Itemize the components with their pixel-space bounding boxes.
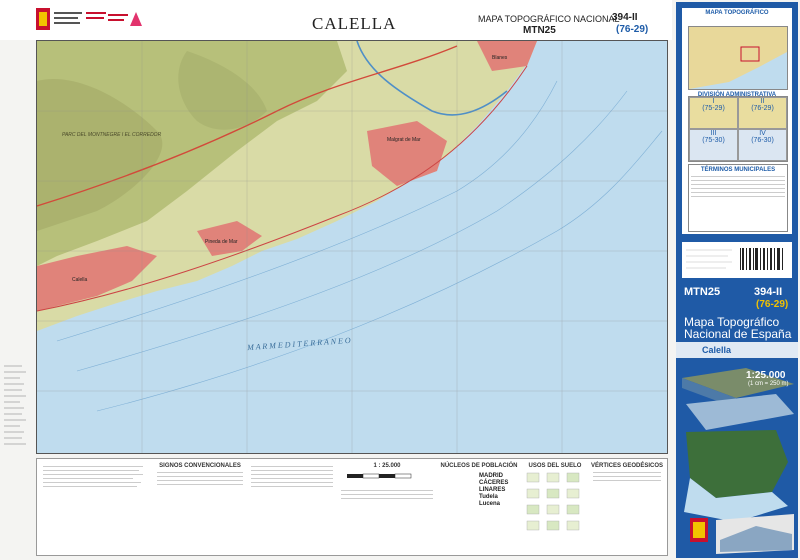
cover-spain-map — [684, 430, 794, 554]
index-panel: MAPA TOPOGRÁFICO DIVISIÓN ADMINISTRATIVA… — [682, 8, 792, 234]
legend-signs: SIGNOS CONVENCIONALES — [155, 463, 245, 551]
place-blanes: Blanes — [492, 55, 508, 61]
legend-land-use: USOS DEL SUELO — [523, 463, 587, 551]
pop-example-1: MADRID — [479, 473, 503, 479]
cover-series-code: MTN25 — [684, 286, 721, 298]
series-code: MTN25 — [523, 25, 556, 36]
cover-series-name: Mapa Topográfico Nacional de España — [684, 315, 792, 341]
admin-quadrant-3: III (75-30) — [689, 129, 738, 161]
legend-notes — [41, 463, 151, 551]
series-title: MAPA TOPOGRÁFICO NACIONAL — [478, 14, 620, 24]
population-title: NÚCLEOS DE POBLACIÓN — [440, 463, 518, 469]
cover-scale-note: (1 cm = 250 m) — [748, 381, 789, 387]
map-title: CALELLA — [312, 14, 397, 33]
sheet-number: 394-II — [612, 12, 638, 23]
admin-quadrant-4: IV (76-30) — [738, 129, 787, 161]
strip-graphic — [4, 365, 26, 445]
quadrant-label-2: (76-29) — [751, 105, 774, 112]
map-header: CALELLA MAPA TOPOGRÁFICO NACIONAL MTN25 … — [0, 0, 672, 40]
scale-bar — [347, 473, 412, 479]
place-malgrat: Malgrat de Mar — [387, 137, 421, 143]
land-use-swatches — [526, 472, 580, 531]
legend-scale: 1 : 25.000 — [339, 463, 435, 551]
topographic-map[interactable]: M A R M E D I T E R R A N E O Calella Ma… — [36, 40, 668, 454]
cover-sheet-alt: (76-29) — [756, 299, 789, 310]
quadrant-label-3: (75-30) — [702, 137, 725, 144]
index-map — [688, 26, 788, 90]
cover-sheet-number: 394-II — [754, 286, 783, 298]
sheet-alt-number: (76-29) — [616, 24, 649, 35]
index-map-graphic — [689, 27, 787, 89]
municipal-title: TÉRMINOS MUNICIPALES — [700, 167, 776, 173]
admin-quadrant-2: II (76-29) — [738, 97, 787, 129]
municipal-list: TÉRMINOS MUNICIPALES — [688, 164, 788, 232]
place-calella: Calella — [72, 277, 88, 283]
spain-government-logo — [36, 8, 106, 30]
pop-example-3: LINARES — [479, 487, 506, 493]
quadrant-roman-1: I — [712, 98, 715, 105]
legend-population: NÚCLEOS DE POBLACIÓN MADRID CÁCERES LINA… — [439, 463, 519, 551]
map-legend: SIGNOS CONVENCIONALES 1 : 25.000 NÚCLEOS… — [36, 458, 668, 556]
place-pineda: Pineda de Mar — [205, 239, 238, 245]
pop-example-5: Lucena — [479, 501, 501, 507]
geodetic-title: VÉRTICES GEODÉSICOS — [591, 463, 664, 469]
admin-quadrant-1: I (75-29) — [689, 97, 738, 129]
map-canvas: M A R M E D I T E R R A N E O Calella Ma… — [37, 41, 667, 453]
pop-example-4: Tudela — [479, 494, 498, 500]
map-cover: MAPA TOPOGRÁFICO DIVISIÓN ADMINISTRATIVA… — [676, 2, 798, 558]
signs-title: SIGNOS CONVENCIONALES — [159, 463, 241, 469]
coordinate-strip — [2, 360, 32, 460]
pop-example-2: CÁCERES — [479, 480, 509, 486]
legend-geodetic: VÉRTICES GEODÉSICOS — [591, 463, 663, 551]
legend-signs-2 — [249, 463, 335, 551]
index-title: MAPA TOPOGRÁFICO — [705, 10, 769, 16]
ign-logo — [108, 12, 142, 26]
barcode — [682, 242, 792, 278]
quadrant-label-4: (76-30) — [751, 137, 774, 144]
quadrant-label-1: (75-29) — [702, 105, 725, 112]
barcode-graphic — [686, 248, 783, 270]
park-label: PARC DEL MONTNEGRE I EL CORREDOR — [62, 132, 162, 138]
cover-scale: 1:25.000 — [746, 370, 786, 381]
quadrant-roman-2: II — [760, 98, 765, 105]
cover-sheet-name: Calella — [676, 342, 798, 358]
scale-title: 1 : 25.000 — [373, 463, 401, 469]
admin-grid: I (75-29) II (76-29) III (75-30) IV (76-… — [688, 96, 788, 162]
quadrant-roman-3: III — [710, 130, 717, 137]
quadrant-roman-4: IV — [759, 130, 766, 137]
